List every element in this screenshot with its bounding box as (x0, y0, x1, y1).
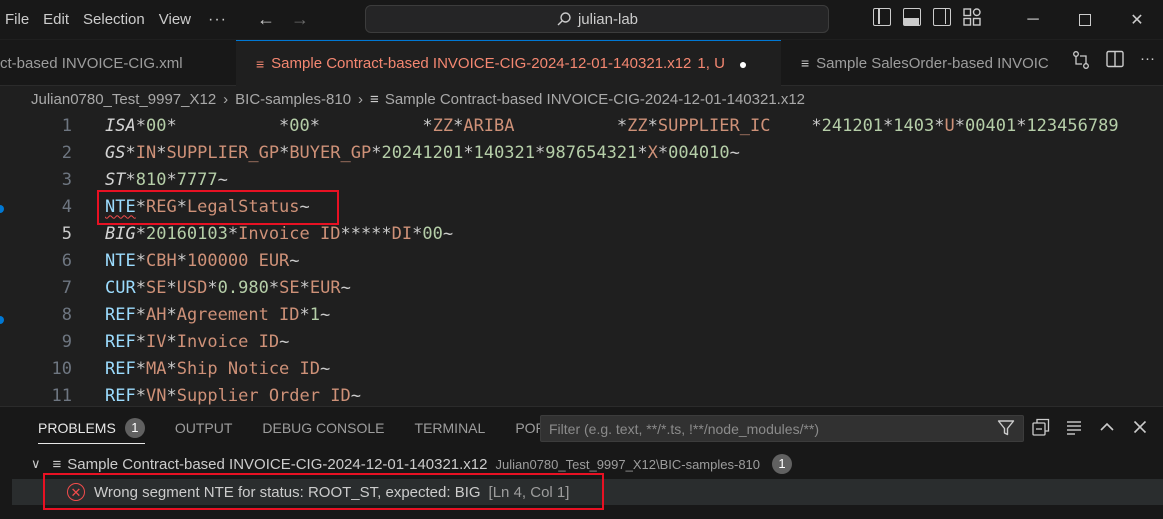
window-controls: ─ ✕ (1007, 0, 1163, 39)
breadcrumb-folder[interactable]: Julian0780_Test_9997_X12 (31, 91, 216, 108)
tab-active-x12-file[interactable]: ≡ Sample Contract-based INVOICE-CIG-2024… (236, 40, 781, 86)
filter-input[interactable] (549, 420, 989, 437)
toggle-panel-icon[interactable] (903, 8, 921, 26)
split-editor-icon[interactable] (1106, 50, 1124, 68)
panel-tabs: PROBLEMS 1 OUTPUT DEBUG CONSOLE TERMINAL… (0, 407, 593, 449)
breadcrumb-subfolder[interactable]: BIC-samples-810 (235, 91, 351, 108)
workspace-name: julian-lab (577, 10, 639, 28)
tab-label: PROBLEMS (38, 420, 116, 436)
tab-problems[interactable]: PROBLEMS 1 (38, 407, 145, 449)
line-number: 6 (61, 250, 72, 271)
tab-label: Sample Contract-based INVOICE-CIG-2024-1… (271, 55, 692, 72)
tab-status: 1, U (697, 55, 725, 72)
maximize-icon[interactable] (1059, 0, 1111, 39)
file-lines-icon: ≡ (370, 90, 379, 108)
line-text: REF*IV*Invoice ID~ (105, 331, 290, 352)
code-editor[interactable]: 1 ISA*00* *00* *ZZ*ARIBA *ZZ*SUPPLIER_IC… (0, 112, 1163, 406)
menu-file[interactable]: File (0, 0, 36, 39)
breadcrumb: Julian0780_Test_9997_X12 › BIC-samples-8… (0, 86, 1163, 112)
collapse-all-icon[interactable] (1032, 418, 1050, 436)
code-line: 10 REF*MA*Ship Notice ID~ (0, 355, 1163, 382)
tab-label: ct-based INVOICE-CIG.xml (0, 54, 183, 72)
problems-count-badge: 1 (124, 418, 145, 438)
close-panel-icon[interactable] (1131, 418, 1149, 436)
command-center[interactable]: julian-lab (365, 5, 829, 33)
toggle-primary-sidebar-icon[interactable] (873, 8, 891, 26)
problem-file-name: Sample Contract-based INVOICE-CIG-2024-1… (67, 455, 488, 473)
maximize-panel-icon[interactable] (1098, 418, 1116, 436)
breadcrumb-file[interactable]: Sample Contract-based INVOICE-CIG-2024-1… (385, 91, 805, 108)
chevron-right-icon: › (223, 90, 229, 108)
navigation: ← → (257, 9, 309, 30)
menu-selection[interactable]: Selection (76, 0, 152, 39)
code-line: 2 GS*IN*SUPPLIER_GP*BUYER_GP*20241201*14… (0, 139, 1163, 166)
line-number: 8 (61, 304, 72, 325)
customize-layout-icon[interactable] (963, 8, 981, 26)
line-number: 2 (61, 142, 72, 163)
tab-output[interactable]: OUTPUT (175, 407, 233, 449)
line-text: REF*VN*Supplier Order ID~ (105, 385, 361, 406)
code-line: 9 REF*IV*Invoice ID~ (0, 328, 1163, 355)
line-number: 5 (61, 223, 72, 244)
tab-salesorder-file[interactable]: ≡ Sample SalesOrder-based INVOIC (781, 40, 1060, 86)
chevron-right-icon: › (358, 90, 364, 108)
line-number: 4 (61, 196, 72, 217)
unsaved-dot-icon[interactable]: ● (739, 56, 747, 72)
line-text: ISA*00* *00* *ZZ*ARIBA *ZZ*SUPPLIER_IC *… (105, 115, 1119, 136)
line-text: REF*MA*Ship Notice ID~ (105, 358, 331, 379)
line-number: 3 (61, 169, 72, 190)
line-text: GS*IN*SUPPLIER_GP*BUYER_GP*20241201*1403… (105, 142, 740, 163)
more-menu-icon[interactable]: ··· (208, 11, 227, 29)
search-icon (557, 12, 571, 26)
line-text: ST*810*7777~ (105, 169, 228, 190)
chevron-down-icon[interactable]: ∨ (31, 456, 41, 472)
line-number: 7 (61, 277, 72, 298)
view-as-list-icon[interactable] (1065, 418, 1083, 436)
layout-controls (873, 8, 981, 26)
close-icon[interactable]: ✕ (1111, 0, 1163, 39)
code-line: 7 CUR*SE*USD*0.980*SE*EUR~ (0, 274, 1163, 301)
menu-bar: File Edit Selection View ··· (0, 0, 227, 39)
line-text: BIG*20160103*Invoice ID*****DI*00~ (105, 223, 454, 244)
line-number: 10 (51, 358, 72, 379)
toggle-secondary-sidebar-icon[interactable] (933, 8, 951, 26)
code-line: 3 ST*810*7777~ (0, 166, 1163, 193)
editor-tab-bar: ct-based INVOICE-CIG.xml ≡ Sample Contra… (0, 40, 1163, 86)
highlight-box-line-4 (97, 190, 339, 225)
code-line: 1 ISA*00* *00* *ZZ*ARIBA *ZZ*SUPPLIER_IC… (0, 112, 1163, 139)
forward-arrow-icon[interactable]: → (291, 9, 309, 30)
line-text: NTE*CBH*100000 EUR~ (105, 250, 300, 271)
problem-file-path: Julian0780_Test_9997_X12\BIC-samples-810 (495, 456, 761, 472)
tab-xml-file[interactable]: ct-based INVOICE-CIG.xml (0, 40, 236, 86)
line-number: 1 (61, 115, 72, 136)
code-line: 11 REF*VN*Supplier Order ID~ (0, 382, 1163, 406)
menu-edit[interactable]: Edit (36, 0, 76, 39)
file-lines-icon: ≡ (52, 455, 62, 473)
tab-debug-console[interactable]: DEBUG CONSOLE (262, 407, 384, 449)
title-bar: File Edit Selection View ··· ← → julian-… (0, 0, 1163, 39)
compare-changes-icon[interactable] (1072, 50, 1090, 70)
problems-filter (540, 415, 1024, 442)
line-number: 9 (61, 331, 72, 352)
menu-view[interactable]: View (152, 0, 198, 39)
code-line: 8 REF*AH*Agreement ID*1~ (0, 301, 1163, 328)
panel-actions (1032, 418, 1149, 436)
editor-actions: ··· (1072, 50, 1155, 70)
back-arrow-icon[interactable]: ← (257, 9, 275, 30)
tab-label: Sample SalesOrder-based INVOIC (816, 54, 1049, 72)
tab-terminal[interactable]: TERMINAL (415, 407, 486, 449)
file-lines-icon: ≡ (801, 55, 810, 71)
minimize-icon[interactable]: ─ (1007, 0, 1059, 39)
file-lines-icon: ≡ (256, 55, 265, 72)
filter-icon[interactable] (997, 419, 1015, 437)
code-line: 6 NTE*CBH*100000 EUR~ (0, 247, 1163, 274)
file-problem-count-badge: 1 (772, 454, 793, 474)
line-text: REF*AH*Agreement ID*1~ (105, 304, 331, 325)
line-text: CUR*SE*USD*0.980*SE*EUR~ (105, 277, 351, 298)
line-number: 11 (51, 385, 72, 406)
more-actions-icon[interactable]: ··· (1140, 50, 1155, 70)
highlight-box-problem (43, 473, 604, 510)
